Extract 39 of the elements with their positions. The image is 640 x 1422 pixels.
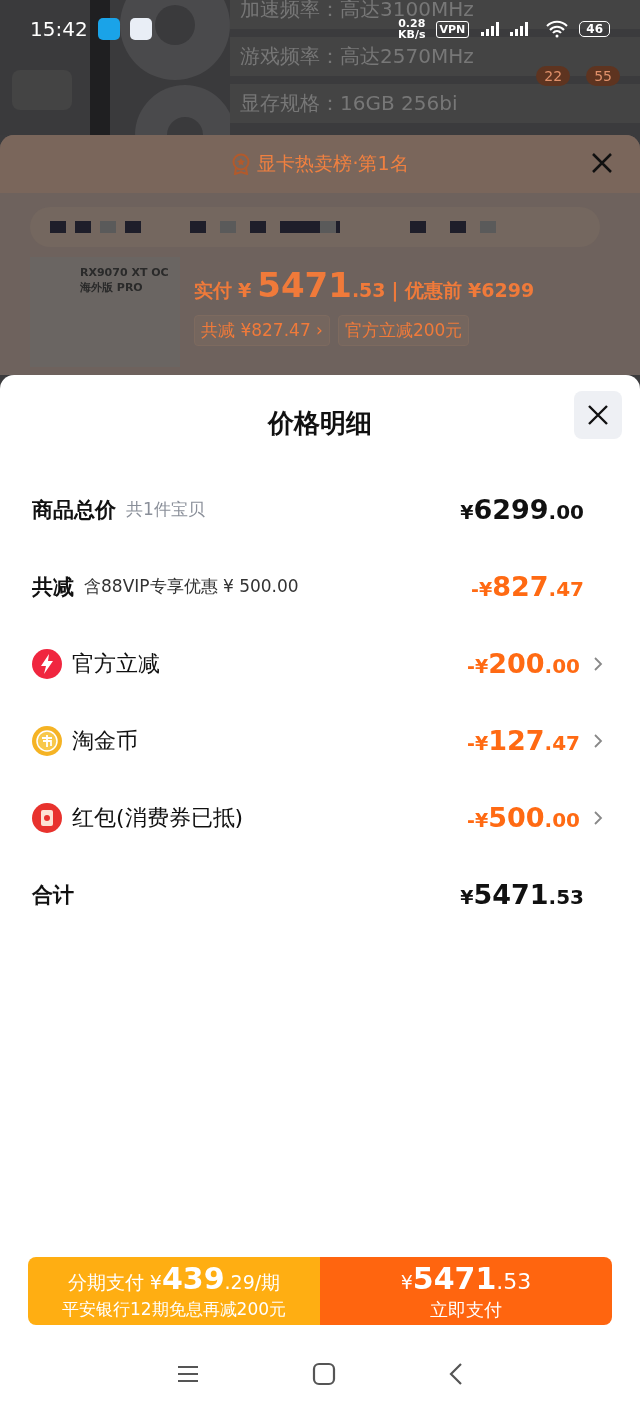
discount-tag: 共减 ¥827.47 › bbox=[194, 315, 330, 346]
app-notification-icon bbox=[129, 18, 152, 40]
price-amount: ¥5471.53 bbox=[460, 879, 584, 910]
close-icon bbox=[587, 404, 609, 426]
rank-title: 显卡热卖榜·第1名 bbox=[231, 151, 409, 177]
price-label: 红包(消费券已抵) bbox=[72, 803, 244, 832]
discount-tag: 官方立减200元 bbox=[337, 315, 470, 346]
wifi-icon bbox=[545, 20, 570, 38]
price-label: 商品总价 bbox=[32, 496, 116, 524]
chevron-right-icon[interactable] bbox=[592, 809, 604, 826]
close-button[interactable] bbox=[574, 391, 622, 439]
count-badge: 22 bbox=[536, 66, 571, 86]
price-label: 官方立减 bbox=[72, 649, 160, 678]
app-notification-icon bbox=[97, 18, 120, 40]
chevron-right-icon[interactable] bbox=[592, 655, 604, 672]
price-amount: -¥200.00 bbox=[467, 648, 580, 679]
price-amount: -¥500.00 bbox=[467, 802, 580, 833]
count-badge: 55 bbox=[586, 66, 620, 86]
coin-icon bbox=[32, 725, 62, 756]
medal-icon bbox=[231, 153, 252, 175]
price-note: 共1件宝贝 bbox=[126, 498, 205, 521]
price-note: 含88VIP专享优惠 ¥ 500.00 bbox=[84, 575, 299, 598]
installment-pay-button[interactable]: 分期支付 ¥439.29/期 平安银行12期免息再减200元 bbox=[28, 1257, 320, 1325]
price-label: 共减 bbox=[32, 573, 74, 601]
price-amount: -¥127.47 bbox=[467, 725, 580, 756]
lightning-icon bbox=[32, 648, 62, 679]
price-label: 淘金币 bbox=[72, 726, 138, 755]
product-name: RX9070 XT OC 海外版 PRO bbox=[79, 265, 170, 296]
chevron-right-icon[interactable] bbox=[592, 732, 604, 749]
price-amount: -¥827.47 bbox=[471, 571, 584, 602]
network-speed: 0.28 KB/s bbox=[398, 18, 426, 40]
sheet-title: 价格明细 bbox=[268, 406, 372, 440]
clock: 15:42 bbox=[30, 17, 88, 41]
price-label: 合计 bbox=[32, 881, 74, 909]
paid-price: 实付 ¥ 5471.53 | 优惠前 ¥6299 bbox=[194, 265, 535, 305]
price-amount: ¥6299.00 bbox=[460, 494, 584, 525]
pay-now-button[interactable]: ¥5471.53 立即支付 bbox=[320, 1257, 612, 1325]
envelope-icon bbox=[32, 802, 62, 833]
separator: | bbox=[391, 279, 399, 301]
